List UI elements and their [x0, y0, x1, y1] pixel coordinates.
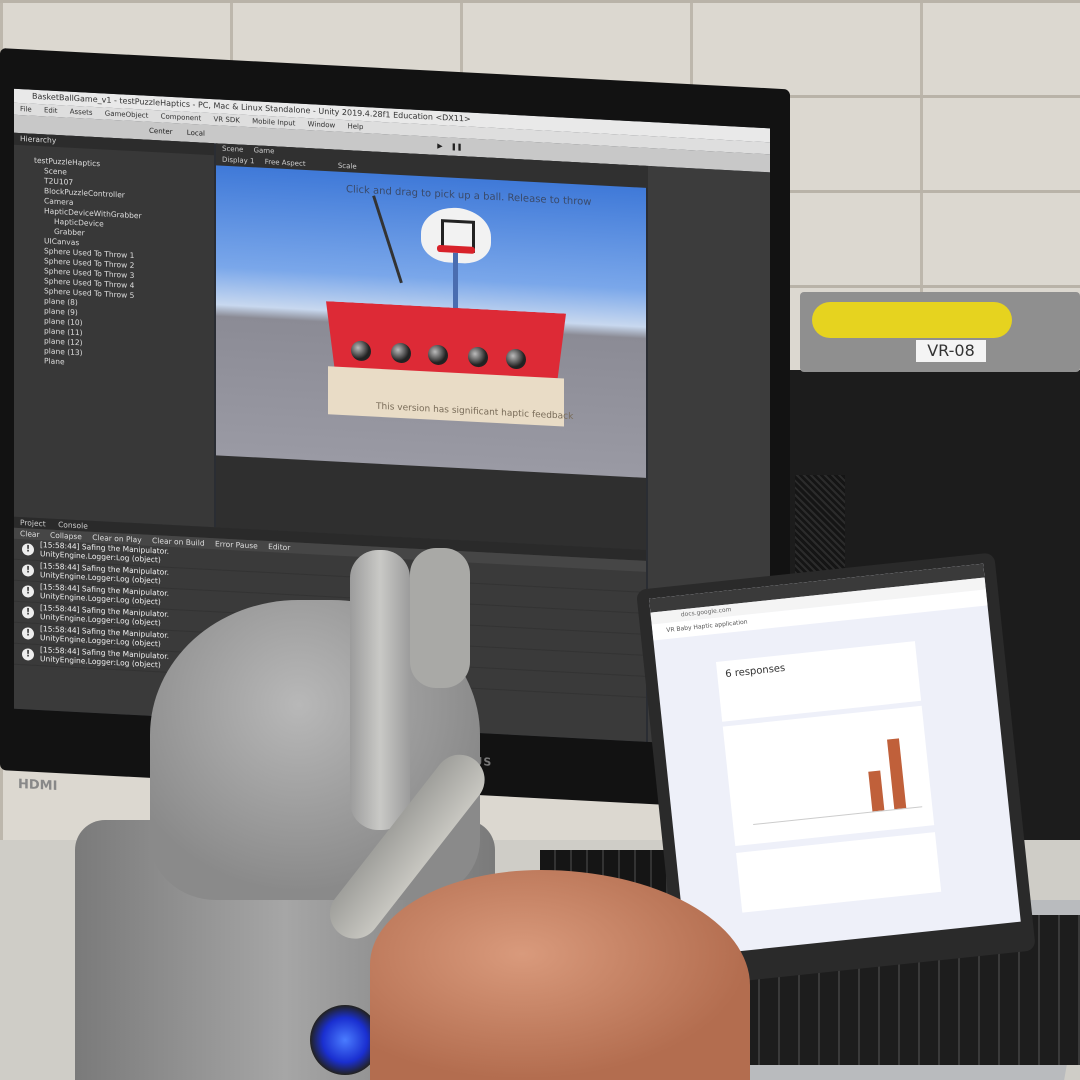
menu-edit[interactable]: Edit	[44, 106, 58, 115]
pivot-center-button[interactable]: Center	[149, 127, 173, 136]
collapse-button[interactable]: Collapse	[50, 531, 82, 542]
menu-window[interactable]: Window	[308, 120, 336, 129]
tab-scene[interactable]: Scene	[222, 145, 243, 154]
chart-axis	[753, 806, 923, 826]
menu-mobile-input[interactable]: Mobile Input	[252, 117, 295, 127]
menu-file[interactable]: File	[20, 105, 32, 114]
station-label: VR-08	[916, 340, 986, 362]
question-chart-card	[722, 705, 935, 847]
pivot-local-button[interactable]: Local	[187, 129, 205, 138]
tab-project[interactable]: Project	[20, 518, 46, 528]
menu-assets[interactable]: Assets	[70, 108, 93, 117]
tab-game[interactable]: Game	[254, 146, 275, 155]
haptic-arm-joint	[410, 548, 470, 688]
haptic-arm	[350, 550, 410, 830]
game-instruction: Click and drag to pick up a ball. Releas…	[346, 184, 592, 208]
throw-ball[interactable]	[468, 346, 488, 368]
grabber-line	[372, 195, 403, 284]
menu-help[interactable]: Help	[347, 122, 363, 131]
yellow-headset-strap	[812, 302, 1012, 338]
throw-ball[interactable]	[391, 342, 411, 364]
throw-ball[interactable]	[351, 340, 371, 362]
response-bar	[868, 770, 885, 812]
editor-dropdown[interactable]: Editor	[268, 542, 290, 552]
scale-slider[interactable]: Scale	[338, 162, 357, 171]
hierarchy-panel: Hierarchy testPuzzleHaptics Scene T2U107…	[14, 132, 214, 528]
game-view-panel: Scene Game Display 1 Free Aspect Scale C…	[216, 143, 652, 550]
game-viewport[interactable]: Click and drag to pick up a ball. Releas…	[216, 165, 646, 478]
tab-console[interactable]: Console	[58, 520, 88, 531]
display-select[interactable]: Display 1	[222, 156, 254, 166]
response-bar	[887, 738, 907, 810]
menu-component[interactable]: Component	[161, 112, 202, 122]
laptop-screen: docs.google.com VR Baby Haptic applicati…	[648, 563, 1021, 957]
throw-ball[interactable]	[428, 344, 448, 366]
menu-vr-sdk[interactable]: VR SDK	[214, 115, 240, 124]
throw-ball[interactable]	[506, 348, 526, 370]
pause-icon[interactable]: ❚❚	[451, 143, 463, 152]
question-card	[736, 832, 942, 913]
responses-count: 6 responses	[724, 662, 786, 681]
aspect-select[interactable]: Free Aspect	[265, 158, 306, 168]
menu-gameobject[interactable]: GameObject	[105, 109, 149, 119]
hdmi-label: HDMI	[18, 776, 58, 795]
clear-button[interactable]: Clear	[20, 529, 40, 539]
play-icon[interactable]: ▶	[437, 142, 442, 150]
